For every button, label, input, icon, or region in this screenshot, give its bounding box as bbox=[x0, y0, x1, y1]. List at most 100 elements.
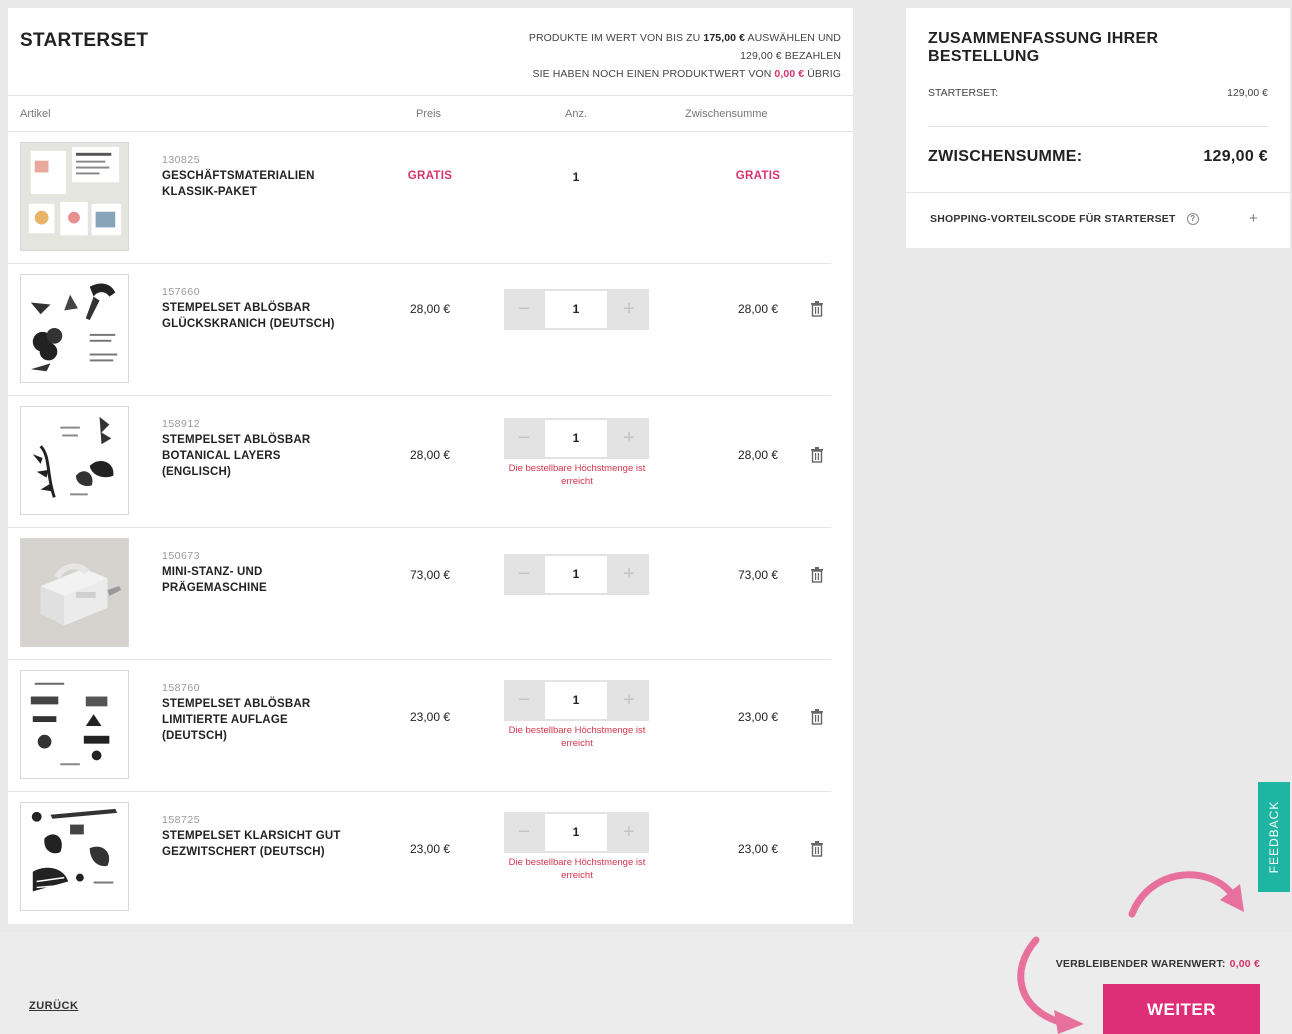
remaining-label: VERBLEIBENDER WARENWERT: bbox=[1055, 958, 1226, 970]
divider bbox=[906, 192, 1290, 193]
trash-icon[interactable] bbox=[810, 709, 824, 725]
promo-code-label: SHOPPING-VORTEILSCODE FÜR STARTERSET bbox=[930, 213, 1176, 225]
promo-code-toggle[interactable]: SHOPPING-VORTEILSCODE FÜR STARTERSET ? + bbox=[930, 210, 1268, 227]
quantity-stepper: − 1 + bbox=[504, 812, 649, 853]
quantity-input[interactable]: 1 bbox=[545, 682, 607, 719]
trash-icon[interactable] bbox=[810, 841, 824, 857]
product-sku: 158912 bbox=[162, 418, 201, 430]
product-name[interactable]: STEMPELSET KLARSICHT GUT GEZWITSCHERT (D… bbox=[162, 828, 347, 860]
column-subtotal: Zwischensumme bbox=[685, 108, 768, 120]
trash-icon[interactable] bbox=[810, 301, 824, 317]
max-quantity-warning: Die bestellbare Höchstmenge ist erreicht bbox=[508, 857, 646, 881]
note-line2: 129,00 € BEZAHLEN bbox=[740, 50, 841, 62]
table-row: 130825 GESCHÄFTSMATERIALIEN KLASSIK-PAKE… bbox=[8, 132, 831, 264]
max-quantity-warning: Die bestellbare Höchstmenge ist erreicht bbox=[508, 725, 646, 749]
product-price: 28,00 € bbox=[409, 302, 451, 316]
product-name[interactable]: MINI-STANZ- UND PRÄGEMASCHINE bbox=[162, 564, 347, 596]
footer-bar: ZURÜCK VERBLEIBENDER WARENWERT: 0,00 € WE… bbox=[0, 932, 1292, 1034]
product-qty: 1 bbox=[572, 170, 580, 184]
note-line3-post: ÜBRIG bbox=[804, 68, 841, 80]
note-line1-pre: PRODUKTE IM WERT VON BIS ZU bbox=[528, 32, 704, 44]
budget-note: PRODUKTE IM WERT VON BIS ZU 175,00 € AUS… bbox=[441, 29, 841, 83]
checkout-page: STARTERSET PRODUKTE IM WERT VON BIS ZU 1… bbox=[0, 0, 1292, 1034]
product-price: GRATIS bbox=[407, 170, 453, 182]
product-sku: 157660 bbox=[162, 286, 201, 298]
product-image[interactable] bbox=[20, 274, 129, 383]
back-link[interactable]: ZURÜCK bbox=[29, 1000, 78, 1012]
column-price: Preis bbox=[416, 108, 442, 120]
help-icon[interactable]: ? bbox=[1186, 213, 1199, 225]
product-name[interactable]: GESCHÄFTSMATERIALIEN KLASSIK-PAKET bbox=[162, 168, 347, 200]
product-image[interactable] bbox=[20, 670, 129, 779]
product-sku: 150673 bbox=[162, 550, 201, 562]
increase-qty-button[interactable]: + bbox=[609, 418, 649, 459]
quantity-stepper: − 1 + bbox=[504, 418, 649, 459]
product-sku: 158725 bbox=[162, 814, 201, 826]
note-line1-post: AUSWÄHLEN UND bbox=[745, 32, 841, 44]
feedback-label: FEEDBACK bbox=[1267, 800, 1281, 874]
summary-starterset-value: 129,00 € bbox=[1227, 87, 1268, 99]
product-subtotal: 23,00 € bbox=[737, 842, 779, 856]
starterset-panel: STARTERSET PRODUKTE IM WERT VON BIS ZU 1… bbox=[8, 8, 853, 924]
product-image[interactable] bbox=[20, 142, 129, 251]
table-row: 158725 STEMPELSET KLARSICHT GUT GEZWITSC… bbox=[8, 792, 831, 924]
column-qty: Anz. bbox=[565, 108, 588, 120]
trash-icon[interactable] bbox=[810, 567, 824, 583]
product-subtotal: GRATIS bbox=[735, 170, 781, 182]
page-title: STARTERSET bbox=[20, 30, 149, 51]
decrease-qty-button[interactable]: − bbox=[504, 680, 544, 721]
quantity-input[interactable]: 1 bbox=[545, 814, 607, 851]
product-image[interactable] bbox=[20, 406, 129, 515]
remaining-amount: 0,00 € bbox=[1229, 958, 1260, 970]
summary-subtotal-label: ZWISCHENSUMME: bbox=[928, 148, 1083, 165]
max-quantity-warning: Die bestellbare Höchstmenge ist erreicht bbox=[508, 463, 646, 487]
table-row: 158760 STEMPELSET ABLÖSBAR LIMITIERTE AU… bbox=[8, 660, 831, 792]
quantity-stepper: − 1 + bbox=[504, 289, 649, 330]
product-name[interactable]: STEMPELSET ABLÖSBAR GLÜCKSKRANICH (DEUTS… bbox=[162, 300, 347, 332]
product-image[interactable] bbox=[20, 802, 129, 911]
increase-qty-button[interactable]: + bbox=[609, 812, 649, 853]
expand-plus-icon[interactable]: + bbox=[1249, 210, 1258, 227]
product-price: 28,00 € bbox=[409, 448, 451, 462]
product-subtotal: 28,00 € bbox=[737, 448, 779, 462]
table-row: 150673 MINI-STANZ- UND PRÄGEMASCHINE 73,… bbox=[8, 528, 831, 660]
summary-subtotal-value: 129,00 € bbox=[1203, 148, 1268, 165]
increase-qty-button[interactable]: + bbox=[609, 554, 649, 595]
product-price: 23,00 € bbox=[409, 710, 451, 724]
decrease-qty-button[interactable]: − bbox=[504, 812, 544, 853]
decrease-qty-button[interactable]: − bbox=[504, 289, 544, 330]
summary-title: ZUSAMMENFASSUNG IHRER BESTELLUNG bbox=[928, 30, 1159, 65]
product-price: 73,00 € bbox=[409, 568, 451, 582]
product-name[interactable]: STEMPELSET ABLÖSBAR LIMITIERTE AUFLAGE (… bbox=[162, 696, 347, 744]
product-subtotal: 28,00 € bbox=[737, 302, 779, 316]
product-name[interactable]: STEMPELSET ABLÖSBAR BOTANICAL LAYERS (EN… bbox=[162, 432, 347, 480]
decrease-qty-button[interactable]: − bbox=[504, 418, 544, 459]
increase-qty-button[interactable]: + bbox=[609, 680, 649, 721]
table-row: 157660 STEMPELSET ABLÖSBAR GLÜCKSKRANICH… bbox=[8, 264, 831, 396]
increase-qty-button[interactable]: + bbox=[609, 289, 649, 330]
continue-button[interactable]: WEITER bbox=[1103, 984, 1260, 1034]
product-sku: 158760 bbox=[162, 682, 201, 694]
remaining-value: VERBLEIBENDER WARENWERT: 0,00 € bbox=[1056, 958, 1260, 970]
quantity-stepper: − 1 + bbox=[504, 554, 649, 595]
divider bbox=[928, 126, 1268, 127]
product-subtotal: 23,00 € bbox=[737, 710, 779, 724]
feedback-tab[interactable]: FEEDBACK bbox=[1258, 782, 1290, 892]
product-image[interactable] bbox=[20, 538, 129, 647]
quantity-input[interactable]: 1 bbox=[545, 420, 607, 457]
order-summary: ZUSAMMENFASSUNG IHRER BESTELLUNG STARTER… bbox=[906, 8, 1290, 248]
note-line3-pre: SIE HABEN NOCH EINEN PRODUKTWERT VON bbox=[532, 68, 775, 80]
summary-starterset-line: STARTERSET: 129,00 € bbox=[928, 87, 1268, 99]
quantity-input[interactable]: 1 bbox=[545, 291, 607, 328]
product-subtotal: 73,00 € bbox=[737, 568, 779, 582]
quantity-input[interactable]: 1 bbox=[545, 556, 607, 593]
product-sku: 130825 bbox=[162, 154, 201, 166]
starterset-header: STARTERSET PRODUKTE IM WERT VON BIS ZU 1… bbox=[8, 8, 853, 96]
trash-icon[interactable] bbox=[810, 447, 824, 463]
decrease-qty-button[interactable]: − bbox=[504, 554, 544, 595]
column-article: Artikel bbox=[20, 108, 51, 120]
note-remaining-amount: 0,00 € bbox=[774, 68, 805, 80]
product-price: 23,00 € bbox=[409, 842, 451, 856]
note-max-amount: 175,00 € bbox=[703, 32, 746, 44]
quantity-stepper: − 1 + bbox=[504, 680, 649, 721]
